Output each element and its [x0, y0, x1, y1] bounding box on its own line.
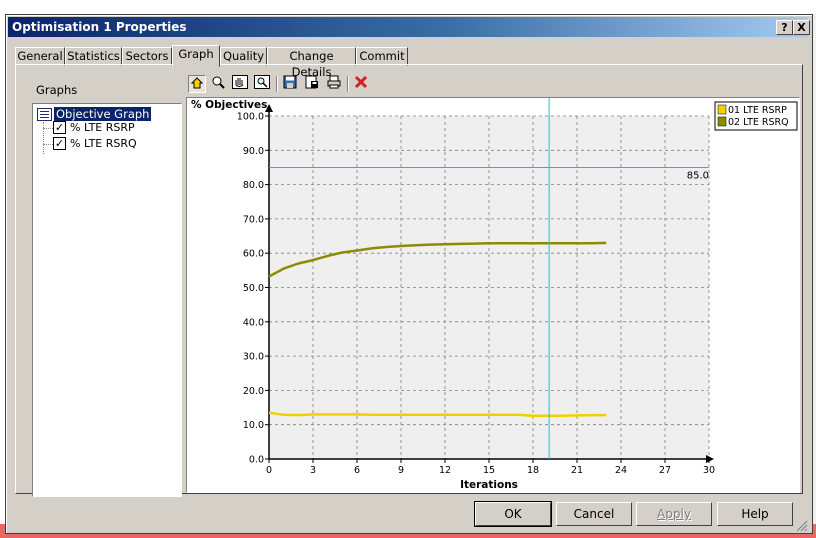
- legend-swatch-rsrq: [717, 116, 727, 127]
- dialog-title: Optimisation 1 Properties: [12, 20, 187, 34]
- toolbar-separator: [347, 76, 349, 92]
- y-tick-label: 70.0: [243, 214, 264, 225]
- tab-graph[interactable]: Graph: [172, 45, 220, 67]
- graphs-group: Graphs Objective Graph ✓ % LTE RSRP ✓ % …: [24, 73, 182, 497]
- x-tick-label: 9: [398, 465, 404, 476]
- legend-label-rsrp: 01 LTE RSRP: [728, 105, 787, 116]
- graph-tab-panel: Graphs Objective Graph ✓ % LTE RSRP ✓ % …: [15, 64, 803, 497]
- x-tick-label: 24: [615, 465, 627, 476]
- x-axis-label: Iterations: [460, 479, 518, 491]
- tree-connector: [43, 128, 53, 129]
- graphs-label: Graphs: [36, 83, 78, 97]
- x-tick-label: 21: [571, 465, 583, 476]
- rsrq-checkbox[interactable]: ✓: [53, 137, 66, 150]
- graph-area: 0 3 6 9 12 15 18 21 24 27 30 0.0 10.0 20.0 30.0 40.0 50.…: [186, 73, 800, 493]
- apply-label: Apply: [657, 507, 691, 521]
- delete-icon[interactable]: [352, 75, 370, 93]
- apply-button[interactable]: Apply: [636, 502, 712, 526]
- legend-label-rsrq: 02 LTE RSRQ: [728, 117, 789, 128]
- x-tick-label: 6: [354, 465, 360, 476]
- help-button[interactable]: Help: [717, 502, 793, 526]
- print-icon[interactable]: [325, 75, 343, 93]
- title-bar[interactable]: Optimisation 1 Properties ? X: [8, 17, 810, 37]
- home-icon[interactable]: [188, 75, 206, 93]
- y-axis-label: % Objectives: [191, 99, 267, 111]
- tree-item-label: % LTE RSRQ: [70, 137, 137, 150]
- y-tick-label: 30.0: [243, 352, 264, 363]
- y-tick-label: 90.0: [243, 146, 264, 157]
- graph-toolbar: [186, 73, 798, 97]
- legend-swatch-rsrp: [717, 104, 727, 115]
- resize-grip-icon[interactable]: [796, 520, 808, 532]
- y-tick-label: 60.0: [243, 249, 264, 260]
- pan-icon[interactable]: [231, 75, 249, 93]
- tree-connector: [43, 122, 44, 154]
- graph-list-icon: [37, 108, 52, 121]
- x-tick-label: 30: [703, 465, 715, 476]
- y-tick-label: 40.0: [243, 317, 264, 328]
- cancel-button[interactable]: Cancel: [556, 502, 632, 526]
- objective-chart[interactable]: 0 3 6 9 12 15 18 21 24 27 30 0.0 10.0 20.0 30.0 40.0 50.…: [186, 97, 800, 493]
- save-icon[interactable]: [281, 75, 299, 93]
- y-tick-label: 20.0: [243, 386, 264, 397]
- properties-dialog: Optimisation 1 Properties ? X General St…: [5, 14, 813, 534]
- x-tick-label: 15: [483, 465, 495, 476]
- y-tick-label: 0.0: [249, 455, 264, 466]
- y-tick-label: 80.0: [243, 180, 264, 191]
- chart-legend: 01 LTE RSRP 02 LTE RSRQ: [714, 101, 798, 131]
- export-icon[interactable]: [303, 75, 321, 93]
- x-tick-label: 12: [439, 465, 451, 476]
- graphs-tree[interactable]: Objective Graph ✓ % LTE RSRP ✓ % LTE RSR…: [32, 103, 182, 497]
- zoom-region-icon[interactable]: [253, 75, 271, 93]
- tree-item-label: % LTE RSRP: [70, 121, 135, 134]
- y-tick-label: 50.0: [243, 283, 264, 294]
- zoom-icon[interactable]: [209, 75, 227, 93]
- help-title-button[interactable]: ?: [776, 20, 793, 35]
- tree-connector: [43, 144, 53, 145]
- close-title-button[interactable]: X: [793, 20, 810, 35]
- y-tick-label: 100.0: [237, 112, 264, 123]
- threshold-label: 85.0: [687, 170, 709, 181]
- tree-root-label: Objective Graph: [54, 107, 152, 121]
- x-tick-label: 27: [659, 465, 671, 476]
- x-tick-label: 3: [310, 465, 316, 476]
- x-tick-label: 18: [527, 465, 539, 476]
- toolbar-separator: [276, 76, 278, 92]
- ok-button[interactable]: OK: [474, 501, 552, 527]
- rsrp-checkbox[interactable]: ✓: [53, 121, 66, 134]
- x-tick-label: 0: [266, 465, 272, 476]
- background-ruler: [0, 0, 816, 14]
- y-tick-label: 10.0: [243, 420, 264, 431]
